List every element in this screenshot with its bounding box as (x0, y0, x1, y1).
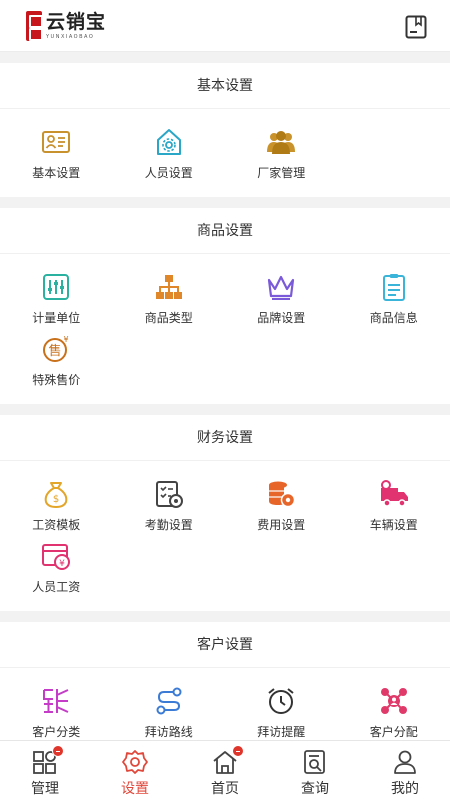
house-gear-icon (154, 127, 184, 157)
grid-item-special-price[interactable]: 售 ¥ 特殊售价 (0, 334, 113, 396)
user-icon (394, 750, 416, 774)
grid-item-product-type[interactable]: 商品类型 (113, 272, 226, 334)
grid-item-visit-route[interactable]: 拜访路线 (113, 686, 226, 740)
grid-item-label: 特殊售价 (32, 373, 81, 387)
grid-item-label: 人员工资 (32, 580, 81, 594)
grid-item-manufacturer[interactable]: 厂家管理 (225, 127, 338, 189)
grid-item-label: 人员设置 (144, 166, 193, 180)
svg-text:$: $ (53, 494, 59, 505)
section-title: 财务设置 (0, 415, 450, 461)
grid-item-attendance[interactable]: 考勤设置 (113, 479, 226, 541)
grid-item-staff-salary[interactable]: ¥ 人员工资 (0, 541, 113, 603)
distribution-icon (379, 686, 409, 716)
alarm-clock-icon (266, 686, 296, 716)
grid-item-staff-settings[interactable]: 人员设置 (113, 127, 226, 189)
section-title: 客户设置 (0, 622, 450, 668)
tab-label: 设置 (121, 781, 149, 797)
bottom-tab-bar: 管理 设置 首页 查询 我的 (0, 740, 450, 800)
logo-seal-icon (26, 11, 43, 41)
tab-home[interactable]: 首页 (180, 741, 270, 800)
price-tag-icon: 售 ¥ (41, 334, 71, 364)
grid-item-unit[interactable]: 计量单位 (0, 272, 113, 334)
grid-item-label: 厂家管理 (257, 166, 306, 180)
section-basic-settings: 基本设置 基本设置 人员设置 厂家管理 (0, 63, 450, 197)
app-header: 云销宝 YUNXIAOBAO (0, 0, 450, 52)
truck-icon (379, 479, 409, 509)
tab-label: 首页 (211, 781, 239, 797)
tab-manage[interactable]: 管理 (0, 741, 90, 800)
clipboard-icon (379, 272, 409, 302)
app-logo: 云销宝 YUNXIAOBAO (26, 11, 106, 41)
section-title: 商品设置 (0, 208, 450, 254)
hierarchy-icon (154, 272, 184, 302)
section-customer-settings: 客户设置 客户分类 拜访路线 拜访提醒 客户分配 (0, 622, 450, 740)
grid-item-label: 商品类型 (144, 311, 193, 325)
grid-item-salary-template[interactable]: $ 工资模板 (0, 479, 113, 541)
notification-badge (52, 745, 64, 757)
app-name: 云销宝 (46, 10, 107, 33)
money-bag-icon: $ (41, 479, 71, 509)
tab-label: 管理 (31, 781, 59, 797)
notification-badge (232, 745, 244, 757)
grid-item-label: 客户分类 (32, 725, 81, 739)
wallet-icon: ¥ (41, 541, 71, 571)
grid-item-label: 商品信息 (369, 311, 418, 325)
grid-item-label: 计量单位 (32, 311, 81, 325)
svg-text:售: 售 (49, 343, 62, 359)
notes-icon[interactable] (405, 15, 427, 39)
grid-item-expense[interactable]: 费用设置 (225, 479, 338, 541)
search-doc-icon (304, 750, 325, 774)
grid-item-product-info[interactable]: 商品信息 (338, 272, 450, 334)
category-icon (41, 686, 71, 716)
tab-query[interactable]: 查询 (270, 741, 360, 800)
group-icon (266, 127, 296, 157)
grid-item-visit-reminder[interactable]: 拜访提醒 (225, 686, 338, 740)
grid-item-label: 品牌设置 (257, 311, 306, 325)
tab-settings[interactable]: 设置 (90, 741, 180, 800)
settings-content[interactable]: 基本设置 基本设置 人员设置 厂家管理 商品设置 计量单位 商品类型 品牌设置 … (0, 52, 450, 740)
grid-item-label: 基本设置 (32, 166, 81, 180)
svg-text:¥: ¥ (59, 559, 65, 569)
app-name-en: YUNXIAOBAO (46, 33, 95, 40)
grid-item-label: 拜访提醒 (257, 725, 306, 739)
tab-label: 查询 (301, 781, 329, 797)
route-icon (154, 686, 184, 716)
section-product-settings: 商品设置 计量单位 商品类型 品牌设置 商品信息 售 ¥ 特殊售价 (0, 208, 450, 404)
grid-item-label: 客户分配 (369, 725, 418, 739)
id-card-icon (41, 127, 71, 157)
grid-item-label: 费用设置 (257, 518, 306, 532)
settings-icon (122, 750, 148, 774)
checklist-gear-icon (154, 479, 184, 509)
grid-item-label: 工资模板 (32, 518, 81, 532)
coins-gear-icon (266, 479, 296, 509)
scale-icon (41, 272, 71, 302)
grid-item-customer-category[interactable]: 客户分类 (0, 686, 113, 740)
tab-label: 我的 (391, 781, 419, 797)
section-title: 基本设置 (0, 63, 450, 109)
grid-item-basic-settings[interactable]: 基本设置 (0, 127, 113, 189)
grid-item-customer-distribution[interactable]: 客户分配 (338, 686, 450, 740)
tab-mine[interactable]: 我的 (360, 741, 450, 800)
grid-item-label: 车辆设置 (369, 518, 418, 532)
grid-item-label: 拜访路线 (144, 725, 193, 739)
crown-icon (266, 272, 296, 302)
svg-text:¥: ¥ (64, 335, 69, 344)
grid-item-brand[interactable]: 品牌设置 (225, 272, 338, 334)
grid-item-label: 考勤设置 (144, 518, 193, 532)
grid-item-vehicle[interactable]: 车辆设置 (338, 479, 450, 541)
section-finance-settings: 财务设置 $ 工资模板 考勤设置 费用设置 车辆设置 ¥ 人员工资 (0, 415, 450, 611)
